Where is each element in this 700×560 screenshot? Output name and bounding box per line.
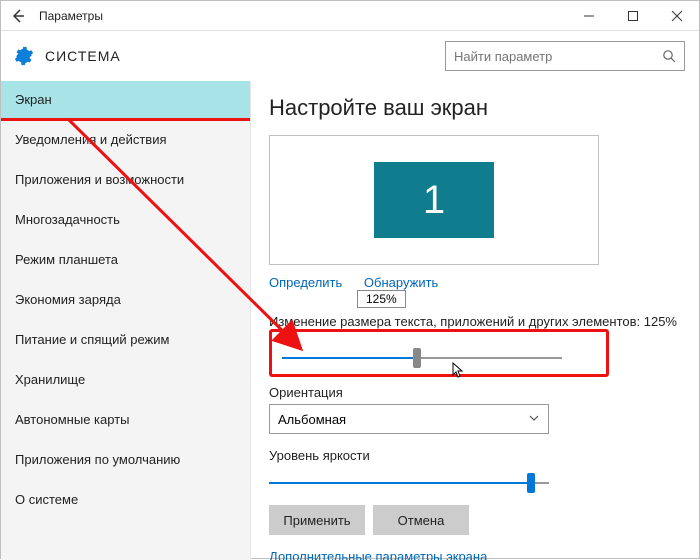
sidebar-item-label: Уведомления и действия <box>15 132 167 147</box>
orientation-select[interactable]: Альбомная <box>269 404 549 434</box>
chevron-down-icon <box>528 412 540 427</box>
sidebar-item-label: Многозадачность <box>15 212 120 227</box>
minimize-button[interactable] <box>567 1 611 31</box>
sidebar-item-label: Экономия заряда <box>15 292 121 307</box>
sidebar-item-label: Автономные карты <box>15 412 130 427</box>
titlebar: Параметры <box>1 1 699 31</box>
sidebar-item-battery[interactable]: Экономия заряда <box>1 281 250 321</box>
sidebar-item-label: Питание и спящий режим <box>15 332 169 347</box>
identify-link[interactable]: Определить <box>269 275 342 290</box>
scale-slider-highlight <box>269 329 609 377</box>
scale-label: Изменение размера текста, приложений и д… <box>269 314 681 329</box>
cancel-button[interactable]: Отмена <box>373 505 469 535</box>
main-panel: Настройте ваш экран 1 Определить Обнаруж… <box>251 81 699 560</box>
page-title: Настройте ваш экран <box>269 95 681 121</box>
header: СИСТЕМА <box>1 31 699 81</box>
search-icon <box>654 49 684 63</box>
sidebar-item-multitasking[interactable]: Многозадачность <box>1 201 250 241</box>
sidebar-item-storage[interactable]: Хранилище <box>1 361 250 401</box>
sidebar-item-display[interactable]: Экран <box>1 81 250 121</box>
monitor-preview[interactable]: 1 <box>269 135 599 265</box>
scale-slider[interactable] <box>282 357 562 359</box>
sidebar-item-notifications[interactable]: Уведомления и действия <box>1 121 250 161</box>
arrow-left-icon <box>11 9 25 23</box>
monitor-id-label: 1 <box>423 178 445 223</box>
advanced-display-link[interactable]: Дополнительные параметры экрана <box>269 549 681 560</box>
search-input[interactable] <box>446 49 654 64</box>
maximize-button[interactable] <box>611 1 655 31</box>
apply-button[interactable]: Применить <box>269 505 365 535</box>
sidebar-item-default-apps[interactable]: Приложения по умолчанию <box>1 441 250 481</box>
orientation-label: Ориентация <box>269 385 681 400</box>
brightness-slider[interactable] <box>269 482 549 484</box>
sidebar-item-label: Приложения и возможности <box>15 172 184 187</box>
gear-icon <box>13 45 35 67</box>
search-box[interactable] <box>445 41 685 71</box>
orientation-value: Альбомная <box>278 412 346 427</box>
monitor-1[interactable]: 1 <box>374 162 494 238</box>
sidebar-item-power[interactable]: Питание и спящий режим <box>1 321 250 361</box>
sidebar-item-tablet[interactable]: Режим планшета <box>1 241 250 281</box>
brightness-label: Уровень яркости <box>269 448 681 463</box>
sidebar-item-apps[interactable]: Приложения и возможности <box>1 161 250 201</box>
detect-link[interactable]: Обнаружить <box>364 275 438 290</box>
maximize-icon <box>627 10 639 22</box>
close-button[interactable] <box>655 1 699 31</box>
scale-tooltip: 125% <box>357 290 406 308</box>
system-label: СИСТЕМА <box>45 48 445 64</box>
sidebar-item-about[interactable]: О системе <box>1 481 250 521</box>
sidebar-item-maps[interactable]: Автономные карты <box>1 401 250 441</box>
sidebar-item-label: Хранилище <box>15 372 85 387</box>
back-button[interactable] <box>1 1 35 31</box>
close-icon <box>671 10 683 22</box>
window-title: Параметры <box>35 9 567 23</box>
sidebar-item-label: Экран <box>15 92 52 107</box>
sidebar: Экран Уведомления и действия Приложения … <box>1 81 251 560</box>
sidebar-item-label: Приложения по умолчанию <box>15 452 180 467</box>
sidebar-item-label: О системе <box>15 492 78 507</box>
sidebar-item-label: Режим планшета <box>15 252 118 267</box>
minimize-icon <box>583 10 595 22</box>
